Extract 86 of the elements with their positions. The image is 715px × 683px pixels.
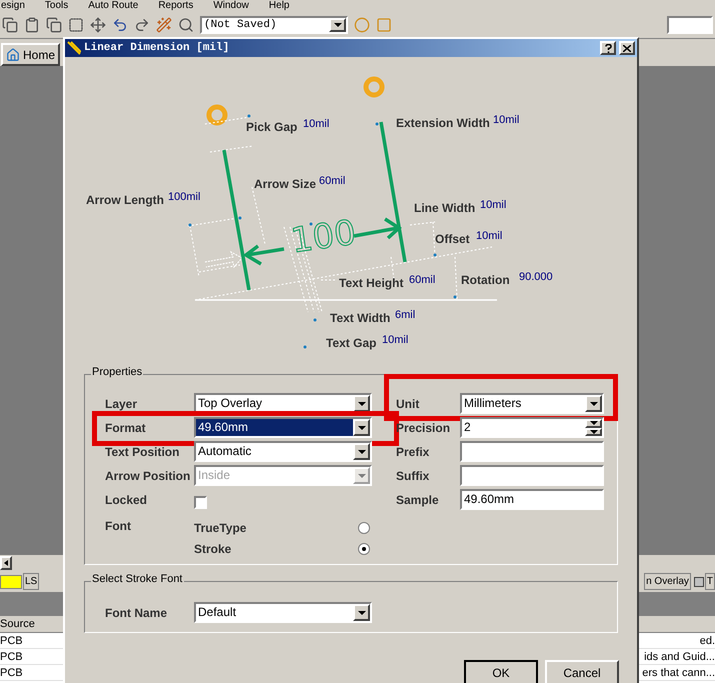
question-mark-icon [604, 44, 612, 52]
radio-label: TrueType [194, 520, 246, 536]
dialog-button[interactable]: Cancel [545, 660, 619, 683]
dialog-button[interactable]: OK [464, 660, 538, 683]
table-cell-text: PCB [0, 634, 23, 648]
layer-tab[interactable]: T [704, 573, 715, 590]
dropdown-field[interactable]: Automatic [194, 441, 372, 462]
selection-icon[interactable] [68, 17, 84, 33]
home-icon [6, 48, 20, 62]
parameter-value: 10mil [382, 335, 408, 346]
parameter-value: 60mil [319, 176, 346, 187]
parameter-label: Arrow Size [254, 178, 316, 190]
document-dropdown[interactable]: (Not Saved) [200, 16, 348, 34]
parameter-label: Pick Gap [246, 121, 298, 133]
layer-tab[interactable]: n Overlay [644, 573, 691, 590]
dimension-text: 100 [288, 216, 358, 258]
paste-icon[interactable] [24, 17, 40, 33]
field-label: Unit [396, 396, 420, 412]
parameter-label: Arrow Length [86, 194, 164, 206]
group-title: Properties [91, 367, 144, 378]
help-button[interactable] [600, 41, 616, 55]
radio-button[interactable] [358, 542, 370, 554]
field-label: Locked [105, 492, 148, 508]
menu-item[interactable]: Window [213, 1, 249, 11]
table-cell-text: ers that cann... [642, 666, 715, 680]
spin-up-icon[interactable] [585, 419, 602, 428]
field-label: Format [105, 420, 147, 436]
text-field[interactable] [460, 465, 604, 486]
parameter-label: Text Height [339, 277, 404, 289]
menu-item[interactable]: Reports [158, 1, 194, 11]
parameter-label: Offset [435, 233, 470, 245]
text-field[interactable]: 49.60mm [460, 489, 604, 510]
parameter-value: 6mil [395, 310, 416, 321]
parameter-value: 100mil [168, 192, 200, 203]
menu-item[interactable]: Tools [44, 1, 68, 11]
radio-button[interactable] [358, 522, 370, 534]
parameter-value: 10mil [480, 200, 506, 211]
group-title: Select Stroke Font [91, 574, 184, 585]
parameter-label: Extension Width [396, 117, 490, 129]
move-icon[interactable] [90, 17, 106, 33]
layer-tab[interactable]: LS [23, 573, 40, 590]
close-button[interactable] [619, 41, 635, 55]
close-icon [623, 44, 631, 52]
text-field[interactable] [460, 441, 604, 462]
field-label: Suffix [396, 468, 430, 484]
table-cell-text: ids and Guid... [644, 650, 715, 664]
copy-icon[interactable] [46, 17, 62, 33]
redo-icon[interactable] [134, 17, 150, 33]
field-label: Font [105, 518, 132, 535]
search-icon[interactable] [178, 17, 194, 33]
parameter-value: 90.000 [519, 272, 553, 283]
spinner-field[interactable]: 2 [460, 417, 604, 438]
radio-label: Stroke [194, 540, 232, 558]
menu-item[interactable]: esign [1, 1, 25, 11]
parameter-label: Line Width [414, 202, 476, 214]
checkbox[interactable] [194, 496, 207, 508]
copy-icon[interactable] [2, 17, 18, 33]
dropdown-field[interactable]: Millimeters [460, 393, 604, 414]
wand-icon[interactable] [156, 17, 172, 33]
parameter-value: 10mil [476, 231, 502, 242]
toolbar-field[interactable] [667, 16, 713, 34]
column-header[interactable]: Source [0, 616, 60, 632]
field-label: Arrow Position [105, 468, 192, 484]
parameter-value: 10mil [303, 119, 330, 130]
scroll-left-icon[interactable] [0, 556, 12, 570]
parameter-label: Rotation [461, 274, 510, 286]
parameter-value: 60mil [409, 275, 436, 286]
field-label: Prefix [396, 444, 430, 460]
table-cell-text: ed. [700, 634, 715, 648]
home-tab[interactable]: Home [1, 43, 60, 66]
dropdown-field[interactable]: Default [194, 602, 372, 623]
parameter-label: Text Gap [326, 337, 376, 349]
dimension-tool-icon [67, 41, 81, 55]
dropdown-field[interactable]: 49.60mm [194, 417, 372, 438]
menu-item[interactable]: Auto Route [88, 1, 138, 11]
field-label: Font Name [105, 604, 168, 622]
parameter-value: 10mil [493, 115, 520, 126]
field-label: Text Position [105, 444, 180, 460]
field-label: Sample [396, 492, 440, 508]
parameter-label: Text Width [330, 312, 390, 324]
menu-item[interactable]: Help [268, 1, 290, 11]
field-label: Layer [105, 396, 138, 412]
table-cell-text: PCB [0, 650, 23, 664]
table-cell-text: PCB [0, 666, 23, 680]
window-title: Linear Dimension [mil] [84, 40, 230, 56]
undo-icon[interactable] [112, 17, 128, 33]
